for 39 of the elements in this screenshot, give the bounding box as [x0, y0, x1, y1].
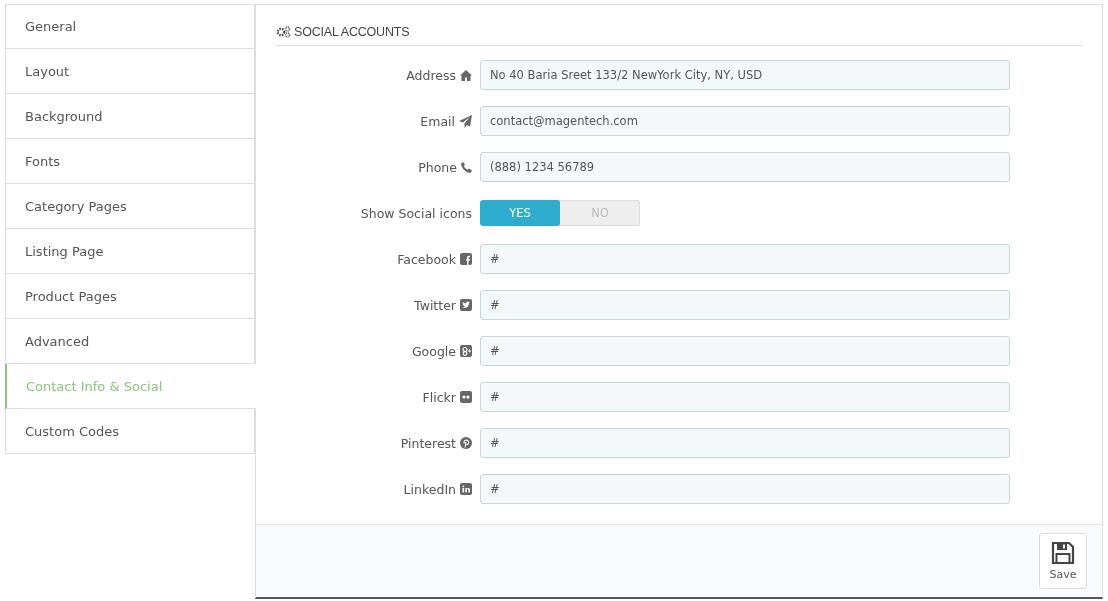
save-button[interactable]: Save [1039, 533, 1087, 589]
twitter-icon [460, 299, 472, 311]
google-plus-icon [460, 345, 472, 357]
field-label: Pinterest [400, 435, 456, 451]
sidebar-tab[interactable]: Layout [5, 49, 255, 94]
home-icon [460, 69, 472, 81]
text-field[interactable]: # [480, 428, 1010, 458]
field-label: Email [420, 113, 455, 129]
field-label: Twitter [414, 297, 456, 313]
flickr-icon [460, 391, 472, 403]
field-label: Google [411, 343, 456, 359]
field-label: Flickr [422, 389, 456, 405]
sidebar-tab[interactable]: Fonts [5, 139, 255, 184]
sidebar-tab[interactable]: Product Pages [5, 274, 255, 319]
field-label: Phone [418, 159, 457, 175]
field-label: Facebook [397, 251, 456, 267]
text-field[interactable]: # [480, 244, 1010, 274]
sidebar-tab[interactable]: Listing Page [5, 229, 255, 274]
field-label: LinkedIn [403, 481, 456, 497]
field-label: Address [406, 67, 456, 83]
phone-icon [461, 161, 472, 173]
sidebar-tab[interactable]: Background [5, 94, 255, 139]
sidebar-tab[interactable]: Advanced [5, 319, 255, 364]
sidebar-tab[interactable]: Custom Codes [5, 409, 255, 454]
text-field[interactable]: contact@magentech.com [480, 106, 1010, 136]
field-label: Show Social icons [360, 205, 472, 221]
sidebar-tab[interactable]: General [5, 4, 255, 49]
section-title: SOCIAL ACCOUNTS [294, 25, 410, 39]
text-field[interactable]: (888) 1234 56789 [480, 152, 1010, 182]
text-field[interactable]: No 40 Baria Sreet 133/2 NewYork City, NY, USD [480, 60, 1010, 90]
text-field[interactable]: # [480, 336, 1010, 366]
pinterest-icon [460, 437, 472, 449]
paper-plane-icon [459, 114, 472, 128]
text-field[interactable]: # [480, 474, 1010, 504]
text-field[interactable]: # [480, 290, 1010, 320]
linkedin-icon [460, 483, 472, 495]
facebook-icon [460, 253, 472, 265]
text-field[interactable]: # [480, 382, 1010, 412]
sidebar-tab[interactable]: Category Pages [5, 184, 255, 229]
